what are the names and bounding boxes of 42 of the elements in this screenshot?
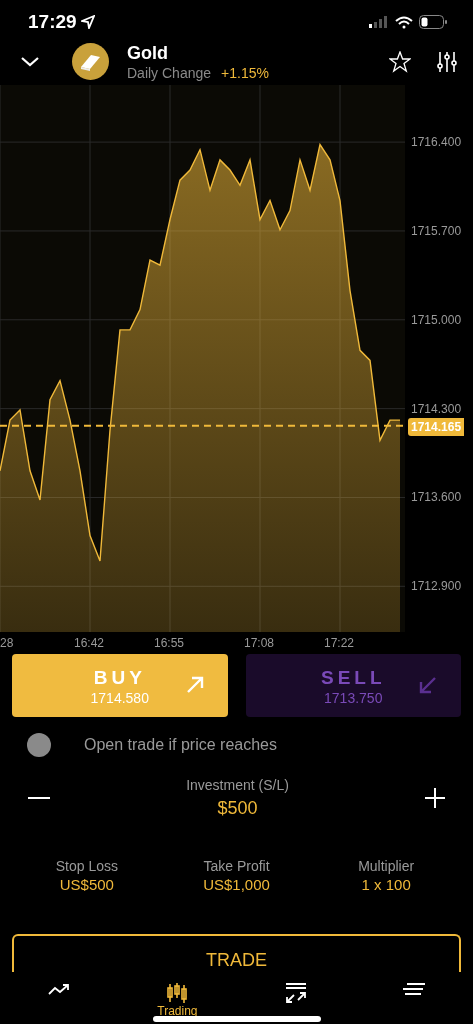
location-arrow-icon bbox=[80, 15, 95, 29]
transfer-arrows-icon bbox=[284, 982, 307, 1004]
x-axis-label: 16:42 bbox=[74, 637, 105, 649]
investment-label: Investment (S/L) bbox=[186, 776, 289, 795]
daily-change-value: +1.15% bbox=[221, 63, 269, 82]
ingot-icon bbox=[72, 43, 109, 80]
x-axis-label: 16:55 bbox=[154, 637, 185, 649]
stat-label: Stop Loss bbox=[55, 857, 118, 875]
plus-icon[interactable] bbox=[425, 788, 445, 808]
stat-label: Multiplier bbox=[358, 857, 415, 875]
star-icon[interactable] bbox=[389, 50, 411, 73]
stat-value: US$500 bbox=[59, 875, 114, 895]
daily-change-label: Daily Change bbox=[127, 63, 212, 82]
x-axis-label: 17:22 bbox=[324, 637, 355, 649]
arrow-down-left-icon bbox=[419, 676, 437, 694]
investment-value: $500 bbox=[217, 797, 258, 820]
current-price-tag: 1714.165 bbox=[408, 417, 465, 436]
y-axis-label: 1712.900 bbox=[411, 580, 462, 593]
battery-icon bbox=[419, 15, 447, 29]
stat-label: Take Profit bbox=[203, 857, 270, 875]
sliders-icon[interactable] bbox=[437, 50, 457, 73]
limit-toggle-label: Open trade if price reaches bbox=[84, 735, 277, 755]
y-axis-label: 1713.600 bbox=[411, 491, 462, 504]
y-axis-label: 1715.700 bbox=[411, 224, 462, 237]
candlestick-icon bbox=[166, 982, 189, 1004]
x-axis-label: 17:08 bbox=[244, 637, 275, 649]
y-axis-label: 1716.400 bbox=[411, 136, 462, 149]
y-axis-label: 1714.300 bbox=[411, 402, 462, 415]
trend-icon bbox=[48, 982, 71, 996]
stat-value: US$1,000 bbox=[203, 875, 270, 895]
chevron-down-icon[interactable] bbox=[20, 55, 40, 68]
y-axis-label: 1715.000 bbox=[411, 313, 462, 326]
wifi-icon bbox=[395, 15, 413, 29]
limit-toggle[interactable] bbox=[27, 733, 51, 757]
status-time: 17:29 bbox=[28, 9, 77, 34]
menu-icon bbox=[402, 982, 425, 996]
arrow-up-right-icon bbox=[185, 676, 204, 694]
signal-icon bbox=[369, 16, 389, 28]
x-axis-label: 28 bbox=[0, 637, 14, 649]
tab-bar-item[interactable]: Trading bbox=[118, 972, 237, 1024]
instrument-title: Gold bbox=[127, 41, 169, 64]
stat-value: 1 x 100 bbox=[361, 875, 411, 895]
